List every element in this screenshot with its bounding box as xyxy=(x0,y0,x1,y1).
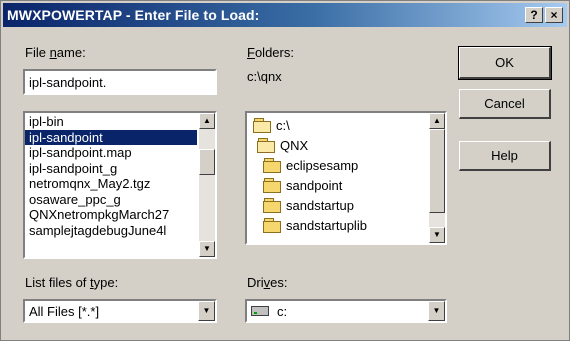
open-folder-icon xyxy=(253,118,271,133)
file-list-item[interactable]: ipl-sandpoint xyxy=(25,129,197,145)
file-name-label: File name: xyxy=(25,45,86,60)
current-folder-path: c:\qnx xyxy=(247,69,282,84)
drive-icon xyxy=(251,306,269,316)
folder-item[interactable]: sandpoint xyxy=(263,175,342,195)
folders-label: Folders: xyxy=(247,45,294,60)
folder-item[interactable]: sandstartup xyxy=(263,195,354,215)
open-folder-icon xyxy=(257,138,275,153)
file-load-dialog: MWXPOWERTAP - Enter File to Load: ? × Fi… xyxy=(0,0,570,341)
scroll-up-button[interactable]: ▲ xyxy=(199,113,215,129)
folder-name: sandpoint xyxy=(286,177,343,193)
file-list-item[interactable]: osaware_ppc_g xyxy=(25,192,197,208)
file-type-label: List files of type: xyxy=(25,275,119,290)
folder-name: c:\ xyxy=(276,117,290,133)
folder-tree: c:\ QNX eclipsesamp sandpoint sandstartup san… xyxy=(245,111,447,245)
folder-name: QNX xyxy=(280,137,309,153)
folder-scroll-thumb[interactable] xyxy=(429,129,445,213)
folder-name: sandstartuplib xyxy=(286,217,367,233)
file-list-items: ipl-bin ipl-sandpoint ipl-sandpoint.map ipl… xyxy=(25,113,197,257)
drives-value: c: xyxy=(277,304,288,319)
file-list-item[interactable]: QNXnetrompkgMarch27 xyxy=(25,207,197,223)
file-type-dropdown-arrow-icon[interactable]: ▼ xyxy=(198,301,215,321)
drives-select[interactable]: c: ▼ xyxy=(245,299,447,323)
file-name-value: ipl-sandpoint. xyxy=(29,75,107,90)
folder-item[interactable]: sandstartuplib xyxy=(263,215,367,235)
window-title: MWXPOWERTAP - Enter File to Load: xyxy=(7,7,260,23)
file-type-value: All Files [*.*] xyxy=(29,304,100,319)
folder-scroll-up-button[interactable]: ▲ xyxy=(429,113,445,129)
ok-button[interactable]: OK xyxy=(458,46,552,80)
folder-icon xyxy=(263,218,281,233)
drives-dropdown-arrow-icon[interactable]: ▼ xyxy=(428,301,445,321)
drives-label: Drives: xyxy=(247,275,288,290)
folder-item[interactable]: c:\ xyxy=(253,115,290,135)
folder-name: sandstartup xyxy=(286,197,354,213)
folder-scroll-down-button[interactable]: ▼ xyxy=(429,227,445,243)
folder-item[interactable]: eclipsesamp xyxy=(263,155,358,175)
help-button[interactable]: Help xyxy=(459,141,551,171)
file-type-select[interactable]: All Files [*.*] ▼ xyxy=(23,299,217,323)
folder-tree-scrollbar[interactable]: ▲ ▼ xyxy=(429,113,445,243)
folder-item[interactable]: QNX xyxy=(257,135,308,155)
file-name-input[interactable]: ipl-sandpoint. xyxy=(23,69,217,95)
file-list-scrollbar[interactable]: ▲ ▼ xyxy=(199,113,215,257)
file-list-item[interactable]: netromqnx_May2.tgz xyxy=(25,176,197,192)
scroll-down-button[interactable]: ▼ xyxy=(199,241,215,257)
scroll-thumb[interactable] xyxy=(199,149,215,175)
folder-icon xyxy=(263,158,281,173)
file-list-item[interactable]: samplejtagdebugJune4l xyxy=(25,223,197,239)
folder-icon xyxy=(263,178,281,193)
cancel-button[interactable]: Cancel xyxy=(459,89,551,119)
folder-tree-items: c:\ QNX eclipsesamp sandpoint sandstartup san… xyxy=(247,113,427,243)
title-bar[interactable]: MWXPOWERTAP - Enter File to Load: ? × xyxy=(3,3,567,27)
file-list-item[interactable]: ipl-bin xyxy=(25,114,197,130)
help-title-button[interactable]: ? xyxy=(525,7,543,23)
file-list: ipl-bin ipl-sandpoint ipl-sandpoint.map ipl… xyxy=(23,111,217,259)
close-title-button[interactable]: × xyxy=(545,7,563,23)
folder-icon xyxy=(263,198,281,213)
file-list-item[interactable]: ipl-sandpoint_g xyxy=(25,161,197,177)
file-list-item[interactable]: ipl-sandpoint.map xyxy=(25,145,197,161)
folder-name: eclipsesamp xyxy=(286,157,359,173)
